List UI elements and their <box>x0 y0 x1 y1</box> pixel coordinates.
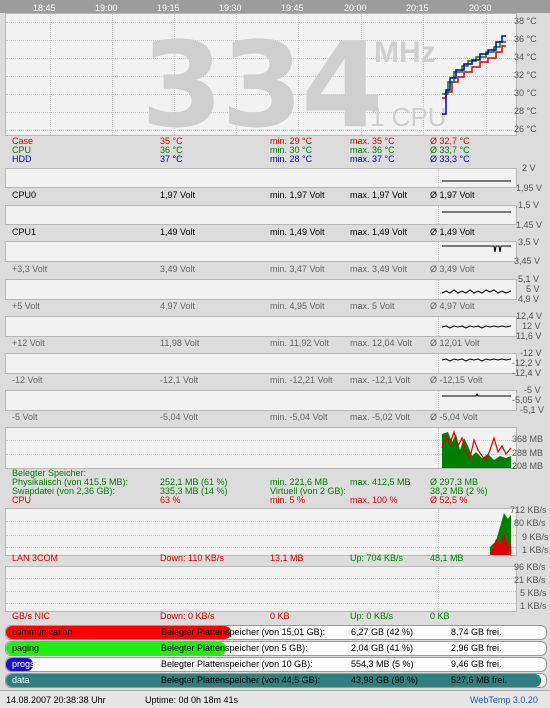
volt-axis-label: -5 V <box>524 385 541 395</box>
voltage-graph-minus5v <box>5 390 517 411</box>
volt-axis-label: 2 V <box>522 163 536 173</box>
nic-axis-label: 96 KB/s <box>514 562 546 572</box>
footer-uptime: Uptime: 0d 0h 18m 41s <box>145 695 239 705</box>
voltage-graph-12v <box>5 316 517 337</box>
volt-axis-label: 1,5 V <box>518 200 540 210</box>
temp-axis-label: 34 °C <box>514 52 537 62</box>
memory-graph <box>5 427 517 469</box>
footer-datetime: 14.08.2007 20:38:38 Uhr <box>6 695 106 705</box>
disk-label: Belegter Plattenspeicher (von 15,01 GB): <box>161 627 326 637</box>
volt-axis-label: -5,05 V <box>512 395 542 405</box>
disk-free: 8,74 GB frei. <box>451 627 502 637</box>
lan-axis-label: 9 KB/s <box>522 532 549 542</box>
disk-bar-paging: paging Belegter Plattenspeicher (von 5 G… <box>5 641 547 656</box>
volt-axis-label: -12 V <box>520 348 542 358</box>
temp-axis-label: 32 °C <box>514 70 537 80</box>
disk-used: 6,27 GB (42 %) <box>351 627 414 637</box>
time-label: 19:15 <box>157 3 180 13</box>
time-header: 18:45 19:00 19:15 19:30 19:45 20:00 20:1… <box>0 0 550 13</box>
volt-axis-label: 1,95 V <box>516 183 543 193</box>
mem-axis-label: 208 MB <box>512 461 544 471</box>
voltage-graph-5v <box>5 279 517 300</box>
time-label: 19:45 <box>281 3 304 13</box>
disk-used: 554,3 MB (5 %) <box>351 659 414 669</box>
disk-free: 527,6 MB frei. <box>451 675 508 685</box>
lan-axis-label: 80 KB/s <box>514 518 546 528</box>
volt-axis-label: 5 V <box>526 284 540 294</box>
mem-axis-label: 288 MB <box>512 448 544 458</box>
disk-name: data <box>12 675 30 685</box>
disk-bar-communication: communication Belegter Plattenspeicher (… <box>5 625 547 640</box>
time-label: 18:45 <box>33 3 56 13</box>
nic-axis-label: 1 KB/s <box>520 601 547 611</box>
disk-free: 2,96 GB frei. <box>451 643 502 653</box>
disk-name: progs <box>12 659 35 669</box>
temp-axis-label: 30 °C <box>514 88 537 98</box>
disk-name: paging <box>12 643 40 653</box>
gbs-nic-graph <box>5 566 517 612</box>
status-footer: 14.08.2007 20:38:38 Uhr Uptime: 0d 0h 18… <box>0 690 550 708</box>
voltage-graph-minus12v <box>5 353 517 374</box>
volt-axis-label: 12,4 V <box>516 311 543 321</box>
disk-bar-progs: progs Belegter Plattenspeicher (von 10 G… <box>5 657 547 672</box>
disk-name: communication <box>12 627 73 637</box>
lan-axis-label: 1 KB/s <box>522 545 549 555</box>
volt-axis-label: 4,9 V <box>518 294 540 304</box>
temperature-lines <box>442 35 506 115</box>
volt-axis-label: 11,6 V <box>516 331 542 341</box>
time-label: 20:30 <box>469 3 492 13</box>
voltage-graph-cpu0 <box>5 168 517 188</box>
webtemp-link[interactable]: WebTemp 3.0.20 <box>470 695 538 705</box>
time-label: 20:00 <box>344 3 367 13</box>
disk-label: Belegter Plattenspeicher (von 5 GB): <box>161 643 308 653</box>
volt-axis-label: 12 V <box>522 321 541 331</box>
disk-label: Belegter Plattenspeicher (von 44,5 GB): <box>161 675 321 685</box>
mem-axis-label: 368 MB <box>512 434 544 444</box>
temp-axis-label: 36 °C <box>514 34 537 44</box>
volt-axis-label: 3,45 V <box>514 256 541 266</box>
voltage-graph-3v3 <box>5 241 517 262</box>
voltage-graph-cpu1 <box>5 205 517 225</box>
disk-bar-data: data Belegter Plattenspeicher (von 44,5 … <box>5 673 547 688</box>
time-label: 19:30 <box>219 3 242 13</box>
volt-axis-label: 1,45 V <box>516 220 543 230</box>
volt-axis-label: -12,2 V <box>512 358 542 368</box>
time-label: 19:00 <box>95 3 118 13</box>
temp-axis-label: 28 °C <box>514 106 537 116</box>
disk-label: Belegter Plattenspeicher (von 10 GB): <box>161 659 313 669</box>
temperature-graph: 334 MHz 1 CPU <box>5 13 517 136</box>
volt-axis-label: -12,4 V <box>512 368 542 378</box>
nic-axis-label: 21 KB/s <box>514 575 546 585</box>
lan-axis-label: 712 KB/s <box>510 505 547 515</box>
disk-free: 9,46 GB frei. <box>451 659 502 669</box>
disk-used: 43,98 GB (99 %) <box>351 675 419 685</box>
volt-axis-label: 5,1 V <box>518 274 540 284</box>
volt-axis-label: -5,1 V <box>520 405 545 415</box>
nic-axis-label: 5 KB/s <box>520 588 547 598</box>
lan-3com-graph <box>5 508 517 556</box>
volt-axis-label: 3,5 V <box>518 237 540 247</box>
temp-axis-label: 38 °C <box>514 16 537 26</box>
disk-used: 2,04 GB (41 %) <box>351 643 414 653</box>
time-label: 20:15 <box>406 3 429 13</box>
temp-axis-label: 26 °C <box>514 124 537 134</box>
